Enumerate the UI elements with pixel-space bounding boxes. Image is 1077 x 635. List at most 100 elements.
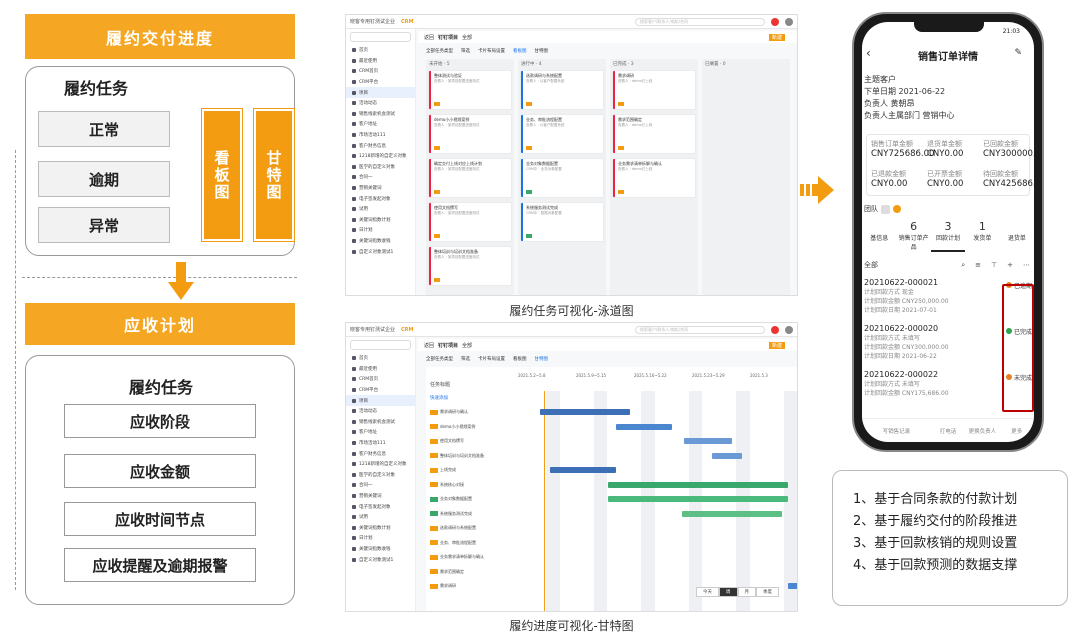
filter-button[interactable]: 筛选: [461, 356, 470, 362]
task-type-filter[interactable]: 全部任务类型: [426, 48, 453, 54]
notification-icon[interactable]: [771, 17, 779, 26]
gantt-task-row[interactable]: 需求调研: [430, 581, 456, 591]
avatar[interactable]: [785, 17, 793, 26]
gantt-bar[interactable]: [540, 409, 630, 415]
team-row[interactable]: 团队: [864, 204, 901, 214]
kanban-card[interactable]: 确定交付上线对应上线计划 查看人 · 某项目配置进度测试: [429, 159, 511, 197]
gantt-task-row[interactable]: 业务对象数据配置: [430, 494, 472, 504]
sidebar-item[interactable]: 医学的自定义对象: [346, 470, 415, 481]
gantt-task-row[interactable]: 需求范围确定: [430, 567, 464, 577]
notification-icon[interactable]: [771, 325, 779, 334]
gantt-task-row[interactable]: 业务、审批流程配置: [430, 538, 476, 548]
kanban-card[interactable]: 业务对象数据配置 CRM中 · 业务对象配置: [521, 159, 603, 197]
sidebar-item[interactable]: 首页: [346, 353, 415, 364]
gantt-zoom-3[interactable]: 季度: [756, 587, 779, 597]
kanban-card[interactable]: 业务、审批流程配置 查看人 · 以客户配置系统: [521, 115, 603, 153]
sidebar-item[interactable]: CRM首页: [346, 374, 415, 385]
view-kanban[interactable]: 看板图: [513, 356, 527, 362]
card-layout-button[interactable]: 卡片布局设置: [478, 48, 505, 54]
kanban-card[interactable]: 业务需求清单拆解与确认 查看人 · demo已上线: [613, 159, 695, 197]
kanban-card[interactable]: 需求范围确定 查看人 · demo已上线: [613, 115, 695, 153]
view-gantt[interactable]: 甘特图: [535, 356, 549, 362]
gantt-zoom-0[interactable]: 今天: [696, 587, 719, 597]
sidebar-item[interactable]: 合同一: [346, 172, 415, 183]
gantt-bar[interactable]: [608, 496, 788, 502]
avatar[interactable]: [785, 325, 793, 334]
gantt-bar[interactable]: [788, 583, 797, 589]
sidebar-item[interactable]: 活动动态: [346, 98, 415, 109]
sidebar-item[interactable]: 客户地址: [346, 119, 415, 130]
bottom-action[interactable]: 更换负责人: [965, 427, 999, 435]
sidebar-item[interactable]: 自定义对象测试1: [346, 246, 415, 257]
sidebar-item[interactable]: 日计划: [346, 533, 415, 544]
search-icon[interactable]: ⌕: [961, 261, 965, 270]
new-button[interactable]: 新建: [768, 341, 785, 349]
scope-dropdown[interactable]: 全部: [462, 342, 472, 349]
sidebar-item[interactable]: 市场活动111: [346, 438, 415, 449]
detail-tab[interactable]: 3 回款计划: [930, 220, 966, 252]
sidebar-item[interactable]: 试用: [346, 204, 415, 215]
sidebar-item[interactable]: 1218新增的自定义对象: [346, 459, 415, 470]
back-button[interactable]: 返回: [424, 342, 434, 349]
sidebar-item[interactable]: 关键词指数收钱: [346, 236, 415, 247]
detail-tab[interactable]: 1 发货单: [965, 220, 999, 252]
gantt-zoom-1[interactable]: 周: [719, 587, 738, 597]
edit-icon[interactable]: ✎: [1014, 48, 1022, 58]
sidebar-item[interactable]: 客户地址: [346, 427, 415, 438]
gantt-task-row[interactable]: 选款调研与系统配置: [430, 523, 476, 533]
detail-tab[interactable]: 6 销售订单产品: [896, 220, 930, 252]
kanban-card[interactable]: demo小小视频案例 查看人 · 某项目配置进度测试: [429, 115, 511, 153]
sidebar-item[interactable]: 营销关键词: [346, 491, 415, 502]
gantt-zoom-2[interactable]: 月: [737, 587, 756, 597]
kanban-card[interactable]: 需求调研 查看人 · demo已上线: [613, 71, 695, 109]
detail-tab[interactable]: 基信息: [862, 220, 896, 252]
sidebar-item[interactable]: 试用: [346, 512, 415, 523]
sidebar-item[interactable]: 合同一: [346, 480, 415, 491]
sidebar-item[interactable]: 关键词指数收钱: [346, 544, 415, 555]
team-add-icon[interactable]: [893, 205, 901, 213]
sidebar-item[interactable]: 项目: [346, 395, 415, 406]
bottom-action[interactable]: 打电话: [931, 427, 965, 435]
sidebar-item[interactable]: 营销关键词: [346, 183, 415, 194]
detail-tab[interactable]: 退货单: [1000, 220, 1034, 252]
kanban-card[interactable]: 选款调研与系统配置 查看人 · 以客户配置系统: [521, 71, 603, 109]
filter-button[interactable]: 筛选: [461, 48, 470, 54]
kanban-card[interactable]: 整体培训与培训文档准备 查看人 · 某项目配置进度测试: [429, 247, 511, 285]
payment-plan-record[interactable]: 20210622-000021 计划回款方式 现金 计划回款金额 CNY250,00…: [862, 278, 1002, 315]
gantt-bar[interactable]: [608, 481, 788, 488]
sidebar-item[interactable]: 1218新增的自定义对象: [346, 151, 415, 162]
gantt-task-row[interactable]: demo小小视频案例: [430, 422, 475, 432]
view-gantt[interactable]: 甘特图: [535, 48, 549, 54]
sidebar-item[interactable]: 最近使用: [346, 56, 415, 67]
sidebar-item[interactable]: CRM首页: [346, 66, 415, 77]
kanban-card[interactable]: 系统服务测试完成 CRM中 · 数据对象配置: [521, 203, 603, 241]
app-name[interactable]: CRM: [401, 327, 414, 333]
sidebar-search[interactable]: [350, 340, 411, 350]
sidebar-item[interactable]: 首页: [346, 45, 415, 56]
bottom-action[interactable]: 写销售记录: [862, 427, 931, 435]
global-search[interactable]: 搜索客户/联系人/商机/合同: [635, 325, 765, 334]
gantt-task-row[interactable]: 上线完成: [430, 465, 456, 475]
gantt-task-row[interactable]: 需求调研与确认: [430, 407, 468, 417]
gantt-task-row[interactable]: 系统核心对接: [430, 480, 464, 490]
sidebar-item[interactable]: 客户财务信息: [346, 448, 415, 459]
sidebar-item[interactable]: 医学的自定义对象: [346, 162, 415, 173]
gantt-bar[interactable]: [550, 467, 616, 473]
add-icon[interactable]: +: [1007, 261, 1013, 269]
sidebar-item[interactable]: 电子签发起对象: [346, 501, 415, 512]
quick-add-button[interactable]: 快速添加: [430, 395, 448, 401]
sidebar-search[interactable]: [350, 32, 411, 42]
gantt-task-row[interactable]: 系统服务测试完成: [430, 509, 472, 519]
gantt-bar[interactable]: [682, 510, 782, 517]
back-button[interactable]: 返回: [424, 34, 434, 41]
sidebar-item[interactable]: 最近使用: [346, 364, 415, 375]
sidebar-item[interactable]: 市场活动111: [346, 130, 415, 141]
kanban-card[interactable]: 使用文档撰写 查看人 · 某项目配置进度测试: [429, 203, 511, 241]
scope-dropdown[interactable]: 全部: [462, 34, 472, 41]
more-icon[interactable]: ⋯: [1023, 261, 1030, 269]
sidebar-item[interactable]: 销售线索机会测试: [346, 109, 415, 120]
kanban-card[interactable]: 整体测试与验证 查看人 · 某项目配置进度测试: [429, 71, 511, 109]
sidebar-item[interactable]: 日计划: [346, 225, 415, 236]
sidebar-item[interactable]: 销售线索机会测试: [346, 417, 415, 428]
app-name[interactable]: CRM: [401, 19, 414, 25]
